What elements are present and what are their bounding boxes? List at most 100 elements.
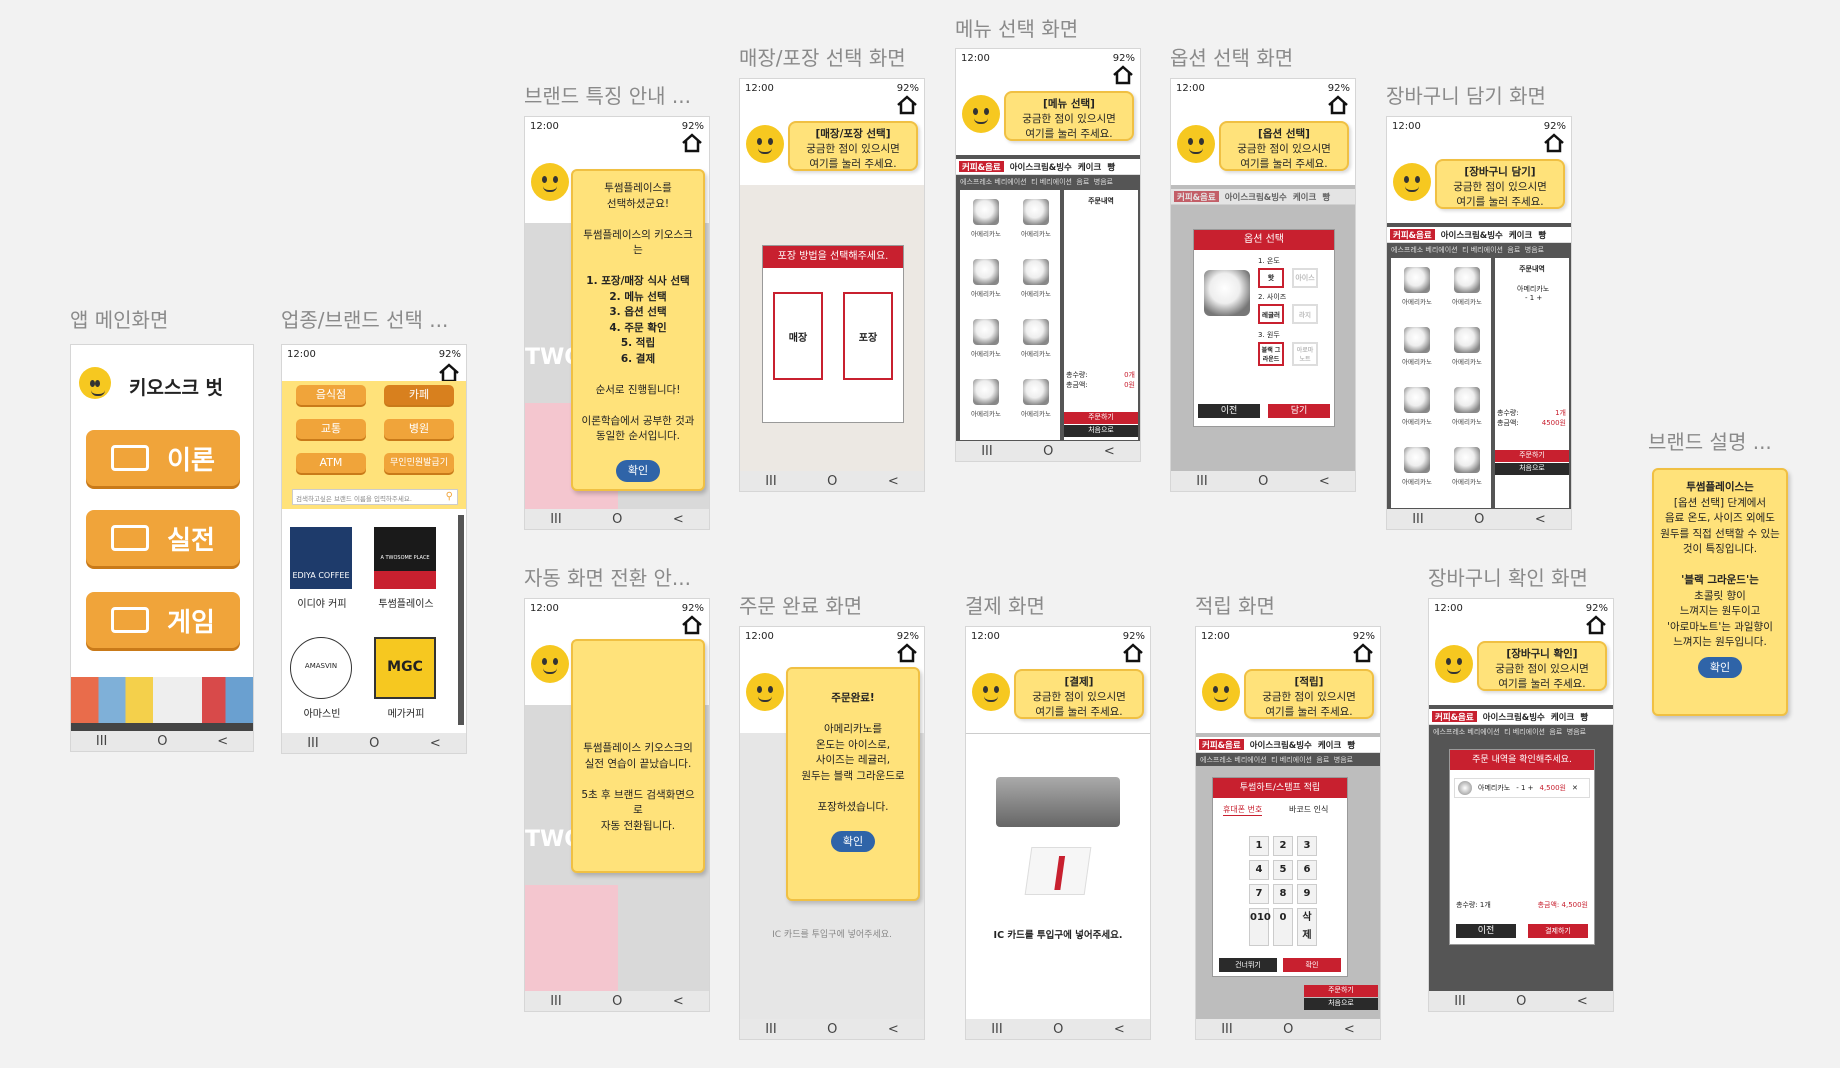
reset-button[interactable]: 처음으로 <box>1064 425 1138 437</box>
brand-tile-ediya[interactable]: EDIYA COFFEE <box>290 527 352 589</box>
screen-option: 12:00 92% [옵션 선택] 궁금한 점이 있으시면 여기를 눌러 주세요. 커… <box>1170 78 1356 492</box>
home-icon[interactable] <box>1327 95 1349 115</box>
menu-item[interactable]: 아메리카노 <box>964 199 1008 245</box>
category-transport[interactable]: 교통 <box>296 419 366 439</box>
takeout-button[interactable]: 포장 <box>843 292 893 380</box>
home-icon[interactable] <box>1112 65 1134 85</box>
brand-search-input[interactable]: 검색하고싶은 브랜드 이름을 입력하주세요. ⚲ <box>292 489 458 505</box>
back-button[interactable]: < <box>217 734 228 749</box>
home-icon[interactable] <box>1122 643 1144 663</box>
home-icon[interactable] <box>681 615 703 635</box>
menu-subtabs[interactable]: 에스프레소 베리에이션 티 베리에이션 음료 병음료 <box>956 175 1140 188</box>
key-010[interactable]: 010 <box>1249 908 1271 946</box>
confirm-button[interactable]: 확인 <box>1283 958 1341 972</box>
help-bubble[interactable]: [옵션 선택] 궁금한 점이 있으시면 여기를 눌러 주세요. <box>1219 121 1349 171</box>
key-6[interactable]: 6 <box>1297 860 1317 880</box>
help-bubble[interactable]: [장바구니 담기] 궁금한 점이 있으시면 여기를 눌러 주세요. <box>1435 159 1565 209</box>
brand-name-twosome: 투썸플레이스 <box>378 599 434 610</box>
menu-item[interactable]: 아메리카노 <box>1395 267 1439 313</box>
menu-tabs[interactable]: 커피&음료 아이스크림&빙수 케이크 빵 <box>1387 227 1571 243</box>
recent-apps-button[interactable]: III <box>96 734 108 749</box>
brand-tile-mega[interactable]: MGC <box>374 637 436 699</box>
pay-button[interactable]: 결제하기 <box>1528 924 1588 938</box>
reset-button[interactable]: 처음으로 <box>1495 463 1569 475</box>
menu-item[interactable]: 아메리카노 <box>1445 327 1489 373</box>
add-button[interactable]: 담기 <box>1268 404 1330 418</box>
home-icon[interactable] <box>1543 133 1565 153</box>
hot-option[interactable]: 핫 <box>1258 268 1284 288</box>
key-5[interactable]: 5 <box>1273 860 1293 880</box>
menu-item[interactable]: 아메리카노 <box>1014 379 1058 425</box>
home-icon[interactable] <box>438 363 460 383</box>
brand-tile-twosome[interactable]: A TWOSOME PLACE <box>374 527 436 589</box>
regular-option[interactable]: 레귤러 <box>1258 304 1284 324</box>
nav-bar: III O < <box>1429 991 1613 1011</box>
brand-tile-amasvin[interactable]: AMASVIN <box>290 637 352 699</box>
prev-button[interactable]: 이전 <box>1456 924 1516 938</box>
key-4[interactable]: 4 <box>1249 860 1269 880</box>
menu-item[interactable]: 아메리카노 <box>1014 199 1058 245</box>
key-0[interactable]: 0 <box>1273 908 1293 946</box>
menu-item[interactable]: 아메리카노 <box>1445 387 1489 433</box>
barcode-tab[interactable]: 바코드 인식 <box>1289 804 1328 815</box>
game-button[interactable]: 게임 <box>86 592 240 648</box>
black-ground-option[interactable]: 블랙 그라운드 <box>1258 342 1284 366</box>
menu-item[interactable]: 아메리카노 <box>1014 259 1058 305</box>
ok-button[interactable]: 확인 <box>830 830 876 852</box>
category-restaurant[interactable]: 음식점 <box>296 385 366 405</box>
menu-item[interactable]: 아메리카노 <box>1395 447 1439 493</box>
home-icon[interactable] <box>896 643 918 663</box>
home-icon[interactable] <box>1585 615 1607 635</box>
home-icon[interactable] <box>896 95 918 115</box>
help-bubble[interactable]: [장바구니 확인] 궁금한 점이 있으시면 여기를 눌러 주세요. <box>1477 641 1607 691</box>
category-civil[interactable]: 무인민원발급기 <box>384 453 454 473</box>
menu-grid: 아메리카노 아메리카노 아메리카노 아메리카노 아메리카노 아메리카노 아메리카… <box>964 199 1058 425</box>
help-bubble[interactable]: [메뉴 선택] 궁금한 점이 있으시면 여기를 눌러 주세요. <box>1004 91 1134 141</box>
key-8[interactable]: 8 <box>1273 884 1293 904</box>
category-cafe[interactable]: 카페 <box>384 385 454 405</box>
remove-icon[interactable]: ✕ <box>1572 784 1578 792</box>
menu-item[interactable]: 아메리카노 <box>1445 267 1489 313</box>
key-1[interactable]: 1 <box>1249 836 1269 856</box>
screen-brand-select: 12:00 92% 음식점 카페 교통 병원 ATM 무인민원발급기 검색하고싶은… <box>281 344 467 754</box>
category-hospital[interactable]: 병원 <box>384 419 454 439</box>
practice-button[interactable]: 실전 <box>86 510 240 566</box>
help-bubble[interactable]: [적립] 궁금한 점이 있으시면 여기를 눌러 주세요. <box>1244 669 1374 719</box>
skip-button[interactable]: 건너뛰기 <box>1219 958 1277 972</box>
home-icon[interactable] <box>681 133 703 153</box>
order-button[interactable]: 주문하기 <box>1495 450 1569 462</box>
brand-desc-note: 투썸플레이스는 [옵션 선택] 단계에서 음료 온도, 사이즈 외에도 원두를 직접 … <box>1652 468 1788 716</box>
dine-in-button[interactable]: 매장 <box>773 292 823 380</box>
large-option[interactable]: 라지 <box>1292 304 1318 324</box>
prev-button[interactable]: 이전 <box>1198 404 1260 418</box>
home-icon[interactable] <box>1352 643 1374 663</box>
home-nav-button[interactable]: O <box>157 734 167 749</box>
order-panel: 주문내역 총수량: 0개 총금액: 0원 주문하기 처음으로 <box>1064 190 1138 440</box>
menu-tabs[interactable]: 커피&음료 아이스크림&빙수 케이크 빵 <box>956 159 1140 175</box>
key-3[interactable]: 3 <box>1297 836 1317 856</box>
menu-item[interactable]: 아메리카노 <box>1014 319 1058 365</box>
mascot-icon <box>746 125 784 163</box>
menu-item[interactable]: 아메리카노 <box>1395 387 1439 433</box>
key-7[interactable]: 7 <box>1249 884 1269 904</box>
key-2[interactable]: 2 <box>1273 836 1293 856</box>
menu-item[interactable]: 아메리카노 <box>964 319 1008 365</box>
menu-item[interactable]: 아메리카노 <box>1445 447 1489 493</box>
ice-option[interactable]: 아이스 <box>1292 268 1318 288</box>
phone-tab[interactable]: 휴대폰 번호 <box>1223 804 1263 816</box>
ok-button[interactable]: 확인 <box>615 460 661 482</box>
ok-button[interactable]: 확인 <box>1697 656 1743 678</box>
help-bubble[interactable]: [매장/포장 선택] 궁금한 점이 있으시면 여기를 눌러 주세요. <box>788 121 918 171</box>
menu-item[interactable]: 아메리카노 <box>964 379 1008 425</box>
menu-item[interactable]: 아메리카노 <box>1395 327 1439 373</box>
key-9[interactable]: 9 <box>1297 884 1317 904</box>
scrollbar[interactable] <box>458 515 464 725</box>
category-atm[interactable]: ATM <box>296 453 366 473</box>
menu-item[interactable]: 아메리카노 <box>964 259 1008 305</box>
key-delete[interactable]: 삭제 <box>1297 908 1317 946</box>
aroma-note-option[interactable]: 아로마 노트 <box>1292 342 1318 366</box>
screen-points: 12:00 92% [적립] 궁금한 점이 있으시면 여기를 눌러 주세요. 커피&음… <box>1195 626 1381 1040</box>
help-bubble[interactable]: [결제] 궁금한 점이 있으시면 여기를 눌러 주세요. <box>1014 669 1144 719</box>
theory-button[interactable]: 이론 <box>86 430 240 486</box>
order-button[interactable]: 주문하기 <box>1064 412 1138 424</box>
